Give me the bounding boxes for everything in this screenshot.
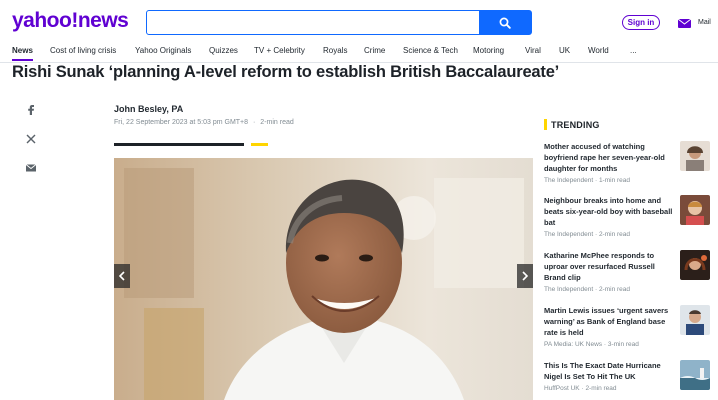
trending-item-source: The Independent · 2-min read bbox=[544, 231, 631, 238]
storm-thumbnail-icon bbox=[680, 360, 710, 390]
search-input[interactable] bbox=[147, 11, 493, 34]
nav-item-news[interactable]: News bbox=[12, 46, 33, 55]
nav-item-cost-of-living[interactable]: Cost of living crisis bbox=[50, 46, 116, 55]
nav-item-viral[interactable]: Viral bbox=[525, 46, 541, 55]
chevron-right-icon bbox=[522, 271, 529, 281]
trending-item-source: PA Media: UK News · 3-min read bbox=[544, 341, 639, 348]
trending-thumbnail[interactable] bbox=[680, 141, 710, 171]
child-thumbnail-icon bbox=[680, 195, 710, 225]
mail-label: Mail bbox=[698, 19, 711, 26]
trending-item[interactable]: Martin Lewis issues ‘urgent savers warni… bbox=[544, 305, 678, 348]
trending-heading: TRENDING bbox=[551, 120, 600, 130]
trending-thumbnail[interactable] bbox=[680, 305, 710, 335]
email-share-button[interactable] bbox=[25, 161, 37, 173]
trending-item[interactable]: Mother accused of watching boyfriend rap… bbox=[544, 141, 678, 184]
trending-thumbnail[interactable] bbox=[680, 360, 710, 390]
nav-item-science-tech[interactable]: Science & Tech bbox=[403, 46, 458, 55]
nav-item-yahoo-originals[interactable]: Yahoo Originals bbox=[135, 46, 191, 55]
x-icon bbox=[26, 134, 36, 144]
article-read-time: 2-min read bbox=[260, 119, 294, 126]
trending-item[interactable]: This Is The Exact Date Hurricane Nigel I… bbox=[544, 360, 678, 392]
trending-item-title[interactable]: Mother accused of watching boyfriend rap… bbox=[544, 141, 678, 174]
celebrity-thumbnail-icon bbox=[680, 250, 710, 280]
mail-icon bbox=[677, 18, 692, 28]
search-button[interactable] bbox=[479, 11, 531, 34]
sign-in-button[interactable]: Sign in bbox=[622, 15, 660, 30]
carousel-prev-button[interactable] bbox=[114, 264, 130, 288]
article-author[interactable]: John Besley, PA bbox=[114, 104, 183, 114]
nav-item-motoring[interactable]: Motoring bbox=[473, 46, 504, 55]
search-icon bbox=[499, 17, 511, 29]
article-date: Fri, 22 September 2023 at 5:03 pm GMT+8 bbox=[114, 119, 249, 126]
person-thumbnail-icon bbox=[680, 141, 710, 171]
nav-item-more[interactable]: ... bbox=[630, 46, 637, 55]
trending-item-title[interactable]: Neighbour breaks into home and beats six… bbox=[544, 195, 678, 228]
mail-button[interactable]: Mail bbox=[677, 15, 711, 31]
trending-item-source: HuffPost UK · 2-min read bbox=[544, 385, 617, 392]
trending-item-title[interactable]: Martin Lewis issues ‘urgent savers warni… bbox=[544, 305, 678, 338]
chevron-left-icon bbox=[118, 271, 125, 281]
carousel-next-button[interactable] bbox=[517, 264, 533, 288]
trending-item-source: The Independent · 1-min read bbox=[544, 177, 631, 184]
nav-item-world[interactable]: World bbox=[588, 46, 609, 55]
nav-item-quizzes[interactable]: Quizzes bbox=[209, 46, 238, 55]
trending-accent bbox=[544, 119, 547, 130]
nav-item-royals[interactable]: Royals bbox=[323, 46, 347, 55]
nav-active-indicator bbox=[12, 59, 33, 61]
trending-item-source: The Independent · 2-min read bbox=[544, 286, 631, 293]
article-hero-image bbox=[114, 158, 533, 400]
trending-thumbnail[interactable] bbox=[680, 195, 710, 225]
article-headline: Rishi Sunak ‘planning A-level reform to … bbox=[12, 63, 560, 81]
top-bar: yahoo!news Sign in Mail bbox=[0, 0, 718, 44]
trending-item[interactable]: Katharine McPhee responds to uproar over… bbox=[544, 250, 678, 293]
article-meta: Fri, 22 September 2023 at 5:03 pm GMT+8 … bbox=[114, 119, 294, 126]
trending-thumbnail[interactable] bbox=[680, 250, 710, 280]
x-share-button[interactable] bbox=[25, 132, 37, 144]
trending-item[interactable]: Neighbour breaks into home and beats six… bbox=[544, 195, 678, 238]
article-divider-accent bbox=[251, 143, 268, 146]
nav-item-crime[interactable]: Crime bbox=[364, 46, 385, 55]
yahoo-news-logo[interactable]: yahoo!news bbox=[12, 9, 129, 33]
nav-item-uk[interactable]: UK bbox=[559, 46, 570, 55]
search-box bbox=[146, 10, 532, 35]
article-divider bbox=[114, 143, 244, 146]
trending-item-title[interactable]: This Is The Exact Date Hurricane Nigel I… bbox=[544, 360, 678, 382]
main-nav: News Cost of living crisis Yahoo Origina… bbox=[0, 44, 718, 63]
facebook-icon bbox=[28, 105, 34, 116]
email-icon bbox=[25, 164, 37, 172]
portrait-photo bbox=[114, 158, 533, 400]
presenter-thumbnail-icon bbox=[680, 305, 710, 335]
facebook-share-button[interactable] bbox=[25, 102, 37, 116]
meta-separator: · bbox=[253, 119, 256, 126]
nav-item-tv-celebrity[interactable]: TV + Celebrity bbox=[254, 46, 305, 55]
trending-item-title[interactable]: Katharine McPhee responds to uproar over… bbox=[544, 250, 678, 283]
